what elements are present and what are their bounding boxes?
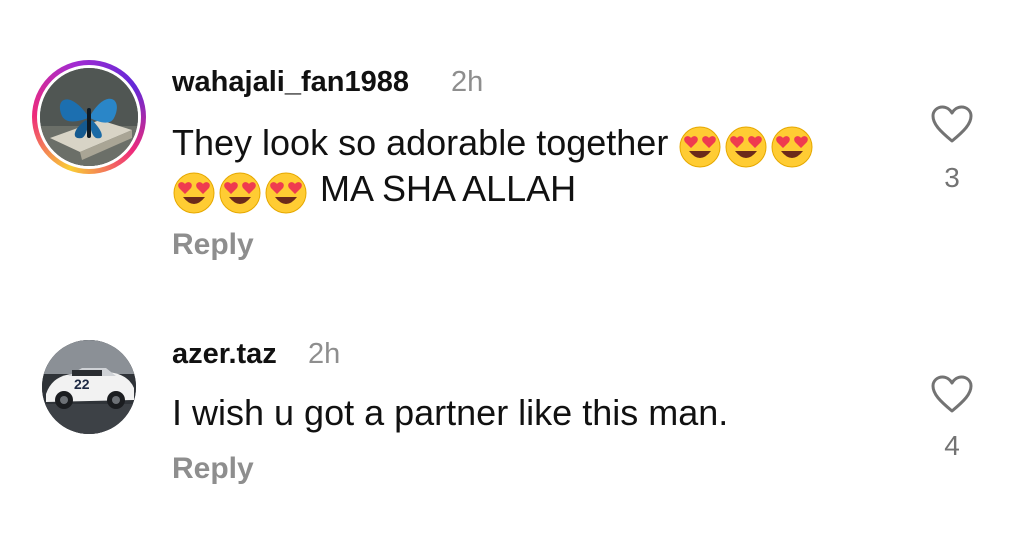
emoji-group	[172, 168, 310, 215]
comment-timestamp: 2h	[451, 66, 484, 98]
comment-text: I wish u got a partner like this man.	[172, 392, 729, 433]
comment-text: MA SHA ALLAH	[320, 168, 577, 209]
heart-eyes-emoji-icon	[771, 126, 813, 168]
like-count: 3	[944, 162, 960, 193]
comment-item: wahajali_fan1988 2h They look so adorabl…	[0, 0, 1024, 290]
car-number-label: 22	[74, 376, 90, 392]
avatar[interactable]	[40, 68, 138, 166]
story-ring-avatar[interactable]	[32, 60, 146, 174]
reply-button[interactable]: Reply	[172, 228, 254, 262]
heart-eyes-emoji-icon	[679, 126, 721, 168]
heart-eyes-emoji-icon	[173, 172, 215, 214]
heart-eyes-emoji-icon	[219, 172, 261, 214]
heart-like-icon[interactable]	[930, 374, 974, 414]
comment-text: They look so adorable together	[172, 122, 669, 163]
avatar[interactable]: 22	[42, 340, 136, 434]
heart-like-icon[interactable]	[930, 104, 974, 144]
comment-username[interactable]: azer.taz	[172, 338, 277, 371]
emoji-group	[678, 122, 816, 169]
butterfly-icon	[40, 68, 138, 166]
like-count: 4	[944, 430, 960, 461]
heart-eyes-emoji-icon	[725, 126, 767, 168]
comment-text-line: MA SHA ALLAH	[172, 166, 576, 215]
reply-button[interactable]: Reply	[172, 452, 254, 486]
comment-username[interactable]: wahajali_fan1988	[172, 66, 409, 99]
heart-eyes-emoji-icon	[265, 172, 307, 214]
comment-text-line: They look so adorable together	[172, 120, 816, 169]
comment-timestamp: 2h	[308, 338, 341, 370]
